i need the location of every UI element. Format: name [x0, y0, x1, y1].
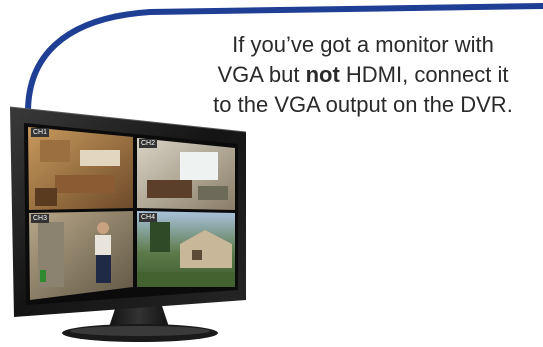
camera-feed-3	[29, 211, 133, 300]
camera-feed-4	[137, 211, 235, 287]
camera-label-1: CH1	[31, 128, 50, 137]
camera-label-4: CH4	[139, 213, 158, 222]
illustration: If you’ve got a monitor with VGA but not…	[0, 0, 543, 347]
camera-feed-2	[137, 138, 235, 210]
camera-label-2: CH2	[139, 139, 158, 148]
camera-label-3: CH3	[31, 214, 50, 223]
camera-feed-1	[28, 127, 133, 210]
monitor	[9, 106, 247, 342]
